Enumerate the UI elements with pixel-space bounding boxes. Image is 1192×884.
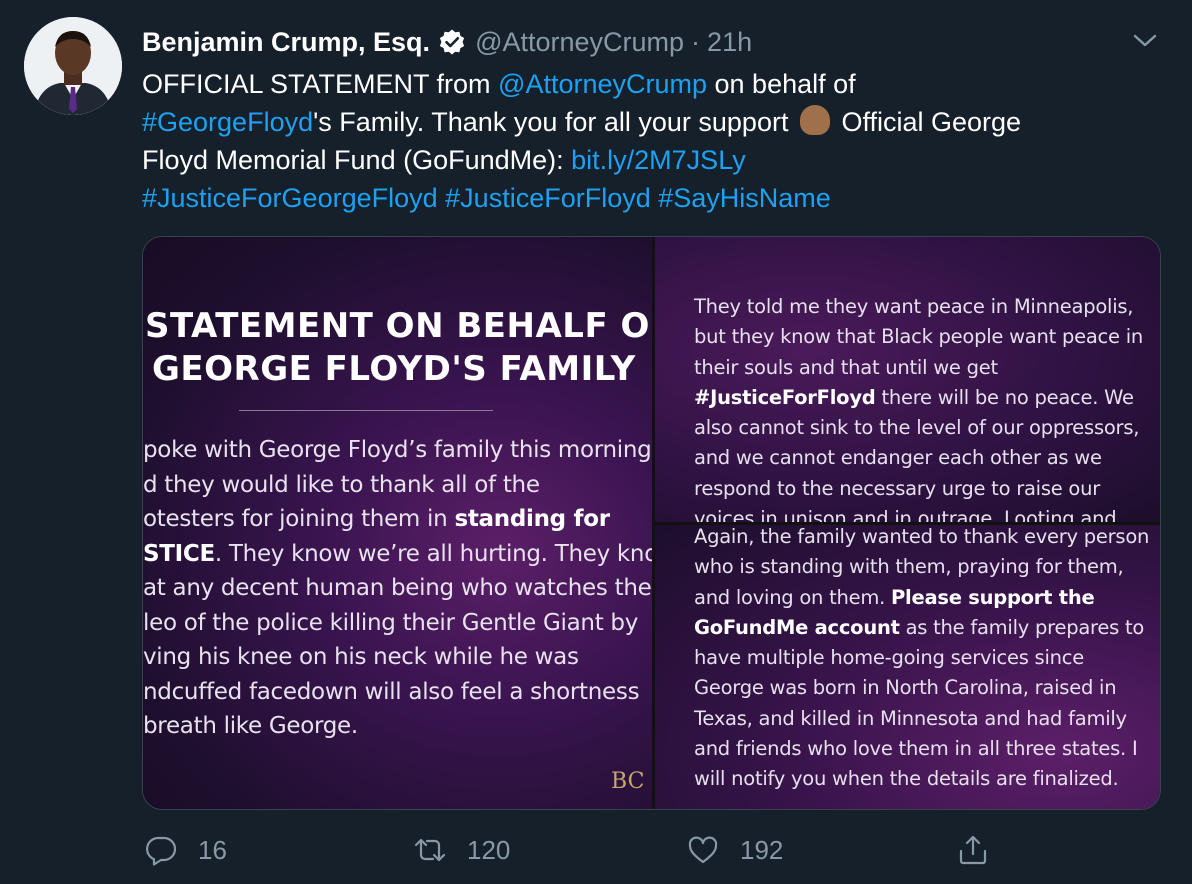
panel-line: George was born in North Carolina, raise… xyxy=(694,676,1117,700)
reply-icon xyxy=(146,836,177,866)
avatar-photo xyxy=(24,17,122,115)
panel-text: They told me they want peace in Minneapo… xyxy=(694,292,1143,522)
panel-bold: #JusticeForFloyd xyxy=(694,385,876,409)
retweet-icon xyxy=(414,838,446,862)
panel-line: Texas, and killed in Minnesota and had f… xyxy=(694,706,1127,730)
panel-bold: GoFundMe account xyxy=(694,615,900,639)
panel-line: also cannot sink to the level of our opp… xyxy=(694,416,1140,440)
tweet-timestamp[interactable]: 21h xyxy=(707,27,752,58)
panel-line: as the family prepares to xyxy=(899,615,1145,639)
statement-line: ndcuffed facedown will also feel a short… xyxy=(143,678,640,705)
statement-line: leo of the police killing their Gentle G… xyxy=(143,609,639,636)
statement-title-line: STATEMENT ON BEHALF OF xyxy=(145,306,652,346)
author-name[interactable]: Benjamin Crump, Esq. xyxy=(142,27,430,58)
mention-link[interactable]: @AttorneyCrump xyxy=(498,69,707,99)
panel-line: their souls and that until we get xyxy=(694,355,998,379)
verified-badge-icon xyxy=(438,28,466,56)
media-grid: STATEMENT ON BEHALF OF GEORGE FLOYD'S FA… xyxy=(142,236,1161,810)
text-segment: 's Family. Thank you for all your suppor… xyxy=(313,107,796,137)
panel-line: but they know that Black people want pea… xyxy=(694,325,1143,349)
statement-line: ving his knee on his neck while he was xyxy=(143,644,579,670)
hashtag-link[interactable]: #JusticeForFloyd xyxy=(445,183,651,213)
monogram-logo: BC xyxy=(611,769,645,794)
text-segment: on behalf of xyxy=(707,69,856,99)
statement-title-line: GEORGE FLOYD'S FAMILY xyxy=(152,349,636,389)
avatar[interactable] xyxy=(24,17,122,115)
panel-line: They told me they want peace in Minneapo… xyxy=(694,295,1134,318)
hashtag-link[interactable]: #SayHisName xyxy=(658,183,831,213)
panel-line: Again, the family wanted to thank every … xyxy=(694,525,1150,548)
panel-line: and loving on them. xyxy=(694,585,892,609)
statement-title: STATEMENT ON BEHALF OF GEORGE FLOYD'S FA… xyxy=(145,305,652,391)
panel-line: respond to the necessary urge to raise o… xyxy=(694,476,1100,500)
hashtag-link[interactable]: #JusticeForGeorgeFloyd xyxy=(142,183,438,213)
panel-line: and friends who love them in all three s… xyxy=(694,737,1138,761)
statement-body: poke with George Floyd’s family this mor… xyxy=(143,433,652,744)
panel-line: have multiple home-going services since xyxy=(694,646,1084,670)
statement-line: otesters for joining them in xyxy=(143,506,455,532)
author-handle[interactable]: @AttorneyCrump xyxy=(475,27,684,58)
heart-icon xyxy=(688,836,718,864)
panel-line: who is standing with them, praying for t… xyxy=(694,555,1124,579)
statement-line: d they would like to thank all of the xyxy=(143,471,540,498)
share-icon xyxy=(959,835,987,865)
panel-bold: Please support the xyxy=(891,585,1095,609)
panel-text: Again, the family wanted to thank every … xyxy=(694,525,1149,795)
panel-line: voices in unison and in outrage. Looting… xyxy=(694,507,1117,522)
retweet-count: 120 xyxy=(467,834,511,865)
media-image-peace[interactable]: They told me they want peace in Minneapo… xyxy=(655,237,1160,522)
folded-hands-emoji-icon xyxy=(799,105,830,135)
statement-line: . They know we’re all hurting. They know xyxy=(214,540,652,567)
retweet-button[interactable]: 120 xyxy=(413,830,510,870)
media-image-statement[interactable]: STATEMENT ON BEHALF OF GEORGE FLOYD'S FA… xyxy=(143,237,652,809)
hashtag-link[interactable]: #GeorgeFloyd xyxy=(142,107,313,137)
statement-bold: STICE xyxy=(143,540,215,567)
reply-button[interactable]: 16 xyxy=(144,830,227,870)
text-segment: Official George xyxy=(833,107,1022,137)
statement-line: poke with George Floyd’s family this mor… xyxy=(143,437,652,463)
chevron-down-icon[interactable] xyxy=(1130,30,1160,52)
header-separator: · xyxy=(691,26,701,57)
text-segment: Floyd Memorial Fund (GoFundMe): xyxy=(142,145,572,175)
tweet-actions: 16 120 192 xyxy=(0,830,1192,870)
tweet-text: OFFICIAL STATEMENT from @AttorneyCrump o… xyxy=(142,65,1162,217)
like-count: 192 xyxy=(740,834,784,865)
reply-count: 16 xyxy=(198,834,227,865)
statement-line: at any decent human being who watches th… xyxy=(143,575,652,601)
share-button[interactable] xyxy=(956,830,990,870)
panel-line: there will be no peace. We xyxy=(875,385,1134,409)
url-link[interactable]: bit.ly/2M7JSLy xyxy=(571,145,746,175)
panel-line: will notify you when the details are fin… xyxy=(694,767,1119,791)
text-segment: OFFICIAL STATEMENT from xyxy=(142,69,499,99)
panel-line: and we cannot endanger each other as we xyxy=(694,446,1102,470)
like-button[interactable]: 192 xyxy=(686,830,783,870)
divider xyxy=(239,410,493,411)
media-image-gofundme[interactable]: Again, the family wanted to thank every … xyxy=(655,525,1160,809)
tweet-header: Benjamin Crump, Esq. @AttorneyCrump · 21… xyxy=(142,24,752,60)
statement-line: breath like George. xyxy=(143,713,358,739)
statement-bold: standing for xyxy=(454,506,610,532)
